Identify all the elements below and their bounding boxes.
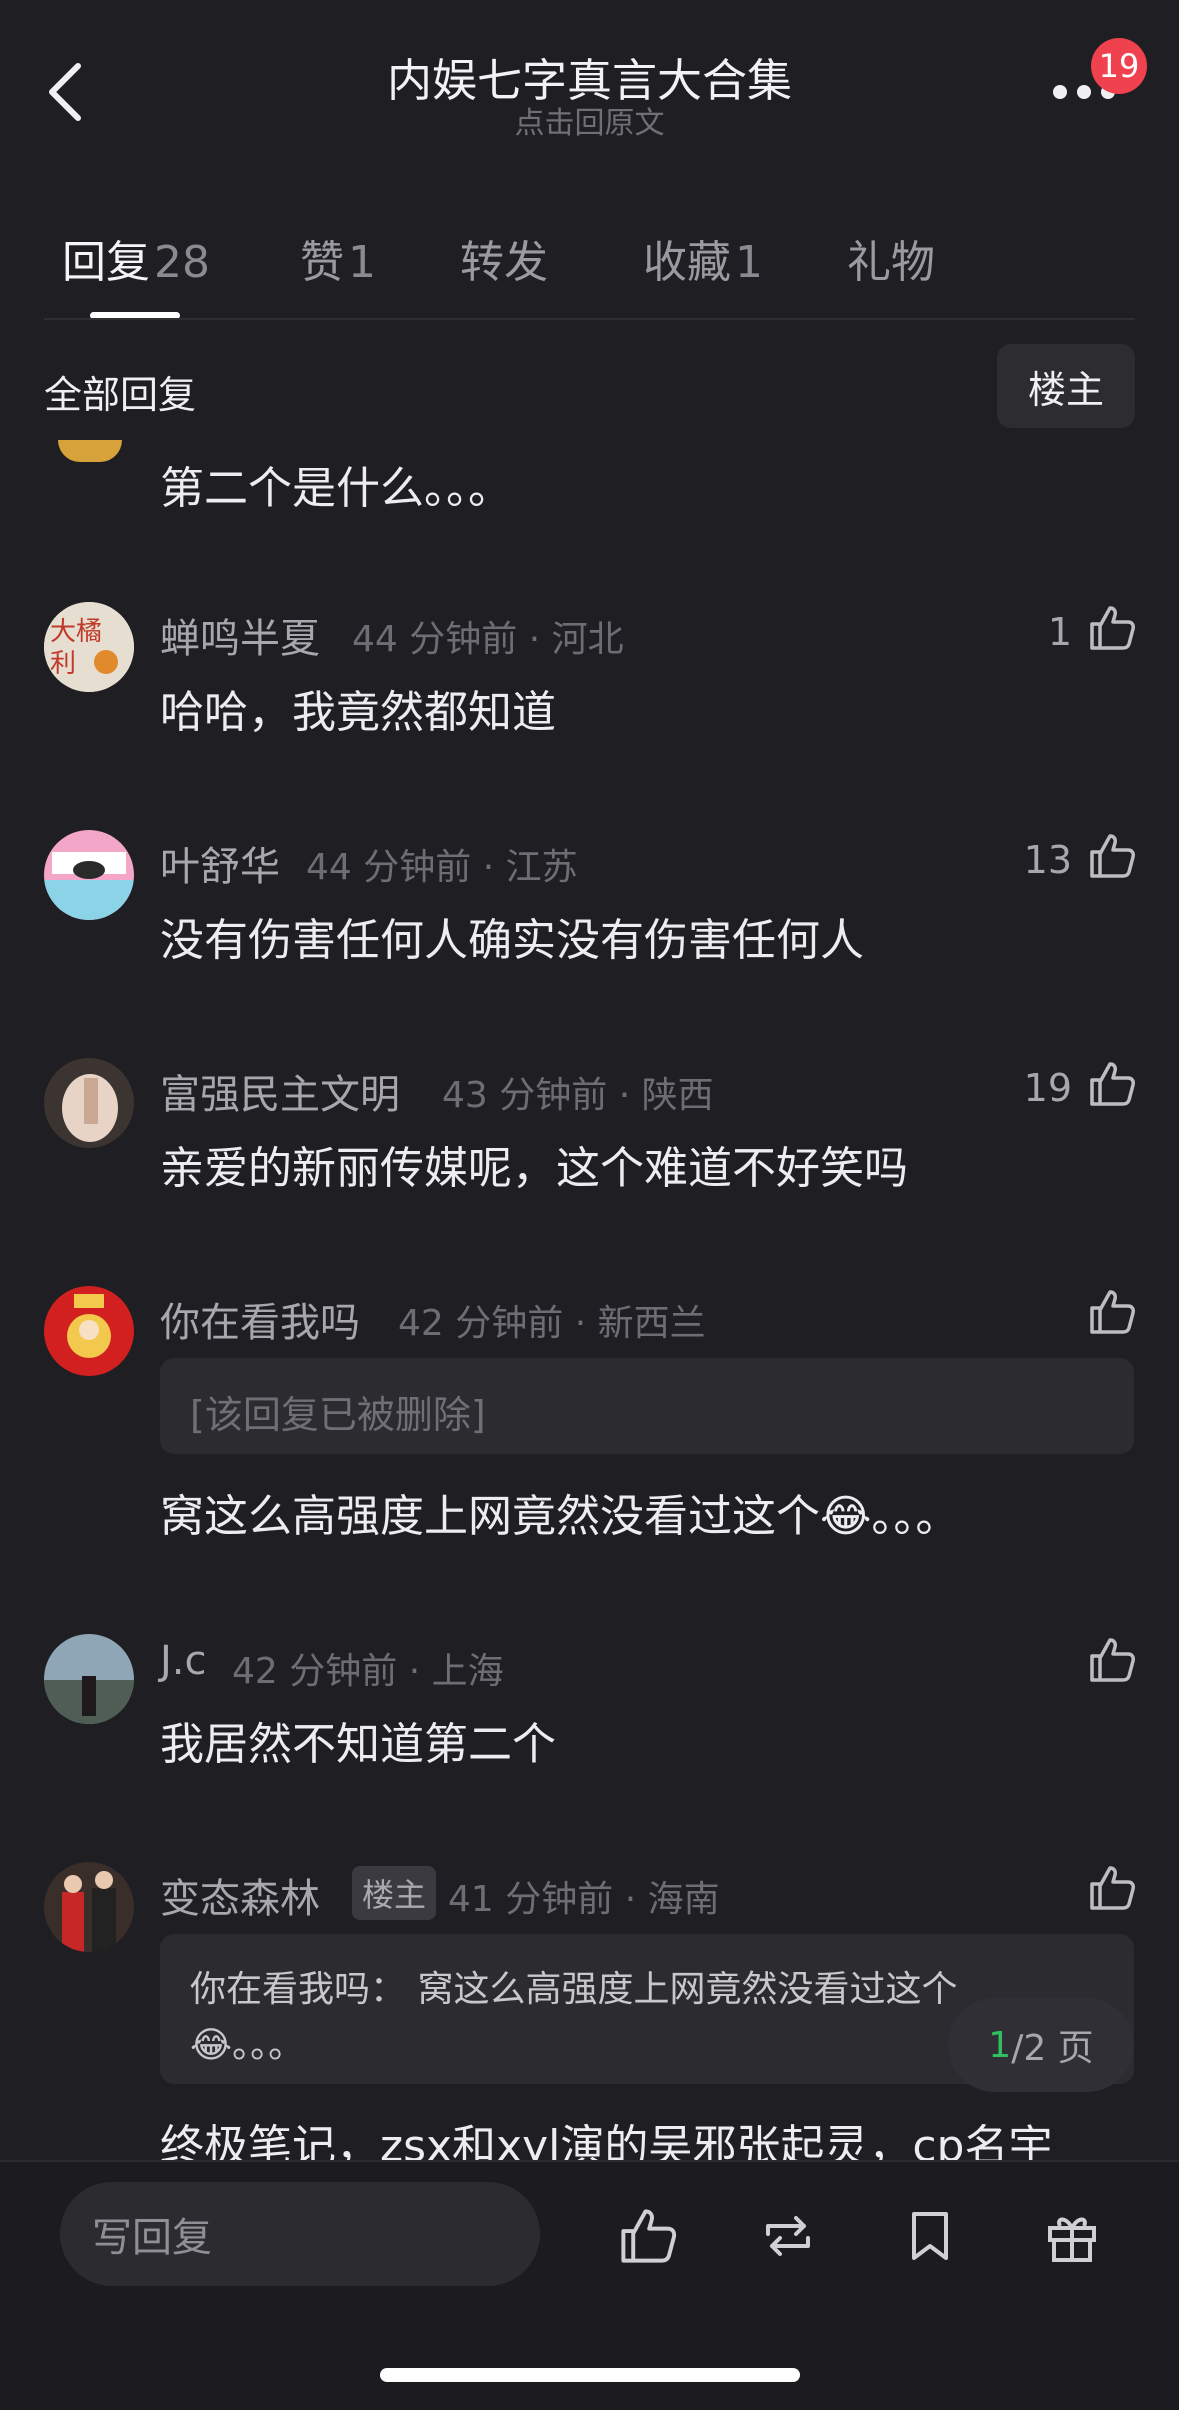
like-button[interactable] [1086, 602, 1138, 654]
like-count: 1 [1047, 610, 1072, 654]
tab-count: 28 [154, 237, 210, 288]
home-indicator [380, 2368, 800, 2382]
comment-meta: 44 分钟前 · 河北 [352, 619, 624, 660]
tab-label: 赞 [300, 237, 344, 288]
like-button[interactable] [1086, 1058, 1138, 1110]
op-tag: 楼主 [352, 1866, 437, 1920]
tab-likes[interactable]: 赞1 [300, 226, 376, 290]
tab-label: 回复 [62, 237, 150, 288]
quoted-reply[interactable]: [该回复已被删除] [160, 1358, 1134, 1454]
section-title: 全部回复 [44, 373, 197, 417]
repost-icon [766, 2216, 810, 2256]
username[interactable]: J.c [160, 1638, 207, 1684]
gift-button[interactable] [1040, 2204, 1104, 2268]
username[interactable]: 蝉鸣半夏 [160, 606, 320, 664]
thumb-up-icon [1090, 1866, 1135, 1910]
like-button[interactable] [1086, 1286, 1138, 1338]
svg-text:大橘: 大橘 [50, 617, 102, 647]
avatar[interactable] [44, 1058, 134, 1148]
quote-text: 你在看我吗： 窝这么高强度上网竟然没看过这个 [190, 1969, 958, 2010]
avatar[interactable] [44, 1862, 134, 1952]
tab-gifts[interactable]: 礼物 [847, 226, 935, 290]
notification-badge: 19 [1091, 38, 1147, 94]
tab-replies[interactable]: 回复28 [62, 226, 210, 290]
comment-text: 没有伤害任何人确实没有伤害任何人 [160, 915, 864, 966]
like-post-button[interactable] [616, 2204, 680, 2268]
thumb-up-icon [1090, 834, 1135, 878]
avatar[interactable]: 大橘利 [44, 602, 134, 692]
deleted-reply-text: [该回复已被删除] [190, 1393, 486, 1437]
thumb-up-icon [1090, 1062, 1135, 1106]
like-button[interactable] [1086, 830, 1138, 882]
svg-text:利: 利 [50, 649, 76, 679]
bookmark-button[interactable] [898, 2204, 962, 2268]
tab-reposts[interactable]: 转发 [460, 226, 548, 290]
thumb-up-icon [621, 2209, 677, 2263]
avatar[interactable] [58, 440, 122, 462]
quote-text: 😂。。。 [190, 2025, 305, 2066]
comment-text: 窝这么高强度上网竟然没看过这个😂。。。 [160, 1491, 960, 1542]
tab-label: 礼物 [847, 237, 935, 288]
avatar[interactable] [44, 1634, 134, 1724]
username[interactable]: 叶舒华 [160, 834, 280, 892]
like-count: 19 [1023, 1066, 1072, 1110]
comment-text: 我居然不知道第二个 [160, 1719, 556, 1770]
username[interactable]: 你在看我吗 [160, 1290, 360, 1348]
back-to-original-link[interactable]: 点击回原文 [0, 98, 1179, 142]
total-pages: /2 页 [1011, 2028, 1094, 2069]
thumb-up-icon [1090, 1290, 1135, 1334]
comment-meta: 42 分钟前 · 上海 [232, 1651, 504, 1692]
like-button[interactable] [1086, 1862, 1138, 1914]
tab-count: 1 [735, 237, 763, 288]
bookmark-icon [912, 2212, 948, 2260]
reply-input[interactable]: 写回复 [60, 2182, 540, 2286]
tab-label: 收藏 [643, 237, 731, 288]
tab-favorites[interactable]: 收藏1 [643, 226, 763, 290]
repost-button[interactable] [756, 2204, 820, 2268]
comment-text: 哈哈，我竟然都知道 [160, 687, 556, 738]
comment-meta: 44 分钟前 · 江苏 [306, 847, 578, 888]
comment-meta: 42 分钟前 · 新西兰 [398, 1303, 706, 1344]
like-button[interactable] [1086, 1634, 1138, 1686]
avatar[interactable] [44, 1286, 134, 1376]
thumb-up-icon [1090, 606, 1135, 650]
comment-text: 亲爱的新丽传媒呢，这个难道不好笑吗 [160, 1143, 908, 1194]
thumb-up-icon [1090, 1638, 1135, 1682]
avatar[interactable] [44, 830, 134, 920]
gift-icon [1048, 2217, 1096, 2262]
current-page: 1 [988, 2024, 1012, 2066]
tab-count: 1 [348, 237, 376, 288]
comment-text: 第二个是什么。。。 [160, 463, 512, 514]
username[interactable]: 富强民主文明 [160, 1062, 400, 1120]
comment-meta: 41 分钟前 · 海南 [448, 1879, 720, 1920]
page-indicator[interactable]: 1/2 页 [948, 1998, 1134, 2092]
username[interactable]: 变态森林 [160, 1866, 320, 1924]
comment-meta: 43 分钟前 · 陕西 [442, 1075, 714, 1116]
like-count: 13 [1023, 838, 1072, 882]
divider [44, 318, 1135, 320]
op-filter-button[interactable]: 楼主 [997, 344, 1135, 428]
tab-label: 转发 [460, 237, 548, 288]
